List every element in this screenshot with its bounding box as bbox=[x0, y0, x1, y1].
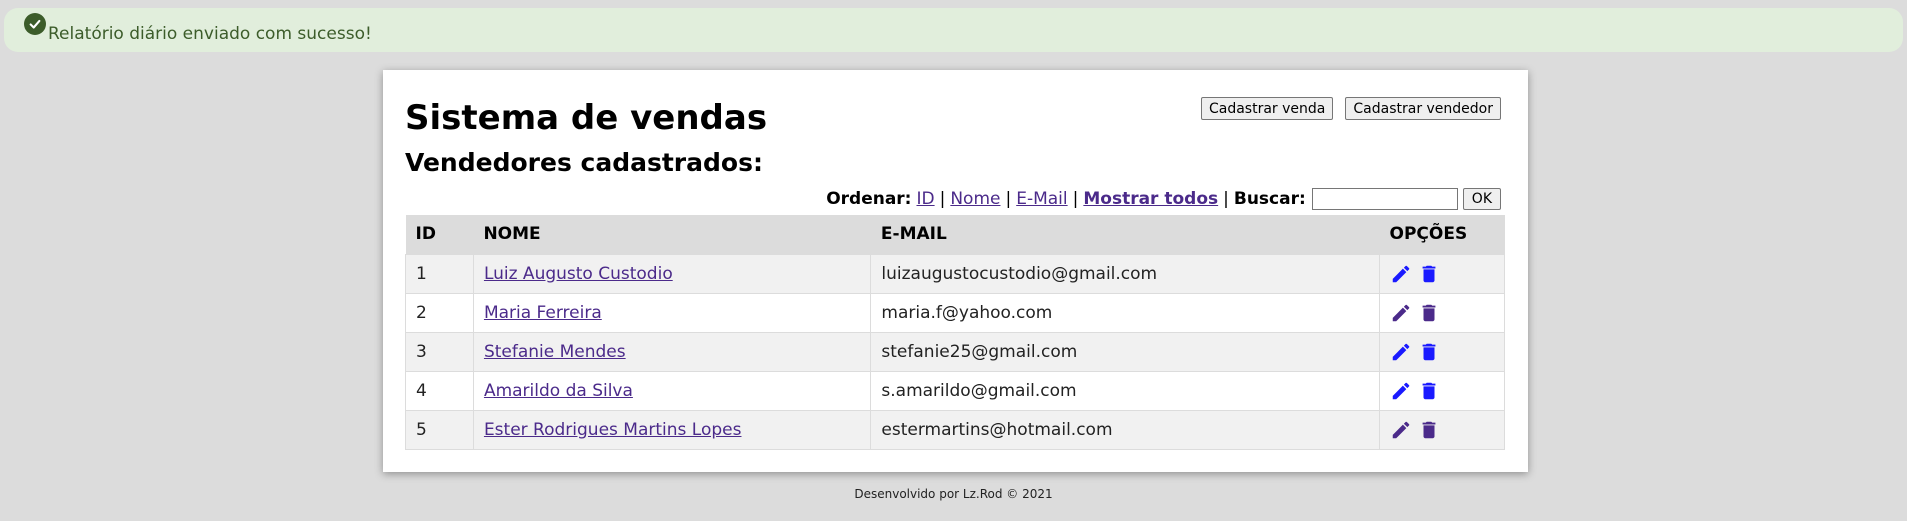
cell-id: 2 bbox=[405, 292, 474, 333]
order-label: Ordenar: bbox=[826, 189, 912, 209]
edit-pencil-icon[interactable] bbox=[1390, 263, 1412, 285]
seller-name-link[interactable]: Amarildo da Silva bbox=[484, 381, 633, 401]
new-seller-button[interactable]: Cadastrar vendedor bbox=[1345, 97, 1501, 120]
cell-name: Luiz Augusto Custodio bbox=[472, 253, 872, 294]
order-by-id-link[interactable]: ID bbox=[916, 189, 934, 209]
seller-name-link[interactable]: Maria Ferreira bbox=[484, 303, 602, 323]
edit-pencil-icon[interactable] bbox=[1390, 419, 1412, 441]
cell-name: Amarildo da Silva bbox=[472, 370, 872, 411]
edit-pencil-icon[interactable] bbox=[1390, 380, 1412, 402]
table-row: 2 Maria Ferreira maria.f@yahoo.com bbox=[405, 292, 1505, 333]
sellers-table: ID NOME E-MAIL OPÇÕES 1 Luiz Augusto Cus… bbox=[405, 215, 1505, 450]
show-all-link[interactable]: Mostrar todos bbox=[1083, 189, 1218, 209]
cell-id: 5 bbox=[405, 409, 474, 450]
top-actions: Cadastrar venda Cadastrar vendedor bbox=[1200, 97, 1501, 120]
cell-options bbox=[1379, 292, 1505, 333]
cell-email: maria.f@yahoo.com bbox=[870, 292, 1381, 333]
delete-trash-icon[interactable] bbox=[1418, 380, 1440, 402]
check-circle-icon bbox=[24, 13, 46, 35]
cell-email: stefanie25@gmail.com bbox=[870, 331, 1381, 372]
cell-email: luizaugustocustodio@gmail.com bbox=[870, 253, 1381, 294]
delete-trash-icon[interactable] bbox=[1418, 302, 1440, 324]
cell-name: Maria Ferreira bbox=[472, 292, 872, 333]
delete-trash-icon[interactable] bbox=[1418, 341, 1440, 363]
seller-name-link[interactable]: Luiz Augusto Custodio bbox=[484, 264, 673, 284]
edit-pencil-icon[interactable] bbox=[1390, 302, 1412, 324]
table-row: 5 Ester Rodrigues Martins Lopes estermar… bbox=[405, 409, 1505, 450]
cell-options bbox=[1379, 370, 1505, 411]
cell-email: s.amarildo@gmail.com bbox=[870, 370, 1381, 411]
cell-name: Stefanie Mendes bbox=[472, 331, 872, 372]
table-row: 3 Stefanie Mendes stefanie25@gmail.com bbox=[405, 331, 1505, 372]
order-by-name-link[interactable]: Nome bbox=[950, 189, 1000, 209]
section-title: Vendedores cadastrados: bbox=[405, 148, 763, 177]
cell-email: estermartins@hotmail.com bbox=[870, 409, 1381, 450]
search-label: Buscar: bbox=[1233, 189, 1306, 209]
new-sale-button[interactable]: Cadastrar venda bbox=[1200, 97, 1334, 120]
search-ok-button[interactable]: OK bbox=[1462, 188, 1501, 210]
delete-trash-icon[interactable] bbox=[1418, 263, 1440, 285]
seller-name-link[interactable]: Stefanie Mendes bbox=[484, 342, 626, 362]
seller-name-link[interactable]: Ester Rodrigues Martins Lopes bbox=[484, 420, 742, 440]
cell-id: 4 bbox=[405, 370, 474, 411]
cell-options bbox=[1379, 331, 1505, 372]
table-row: 1 Luiz Augusto Custodio luizaugustocusto… bbox=[405, 253, 1505, 294]
sort-search-toolbar: Ordenar: ID | Nome | E-Mail | Mostrar to… bbox=[826, 188, 1501, 210]
column-header-email: E-MAIL bbox=[870, 215, 1380, 254]
page-title: Sistema de vendas bbox=[405, 98, 768, 138]
footer-credit: Desenvolvido por Lz.Rod © 2021 bbox=[854, 487, 1053, 501]
delete-trash-icon[interactable] bbox=[1418, 419, 1440, 441]
order-by-email-link[interactable]: E-Mail bbox=[1016, 189, 1067, 209]
success-alert: Relatório diário enviado com sucesso! bbox=[4, 8, 1903, 52]
column-header-id: ID bbox=[405, 215, 474, 254]
alert-message: Relatório diário enviado com sucesso! bbox=[48, 24, 372, 44]
search-input[interactable] bbox=[1311, 188, 1458, 210]
cell-name: Ester Rodrigues Martins Lopes bbox=[472, 409, 872, 450]
column-header-name: NOME bbox=[473, 215, 871, 254]
cell-options bbox=[1379, 253, 1505, 294]
cell-options bbox=[1379, 409, 1505, 450]
table-row: 4 Amarildo da Silva s.amarildo@gmail.com bbox=[405, 370, 1505, 411]
cell-id: 3 bbox=[405, 331, 474, 372]
cell-id: 1 bbox=[405, 253, 474, 294]
edit-pencil-icon[interactable] bbox=[1390, 341, 1412, 363]
column-header-options: OPÇÕES bbox=[1379, 215, 1505, 254]
main-card: Sistema de vendas Vendedores cadastrados… bbox=[383, 70, 1528, 472]
